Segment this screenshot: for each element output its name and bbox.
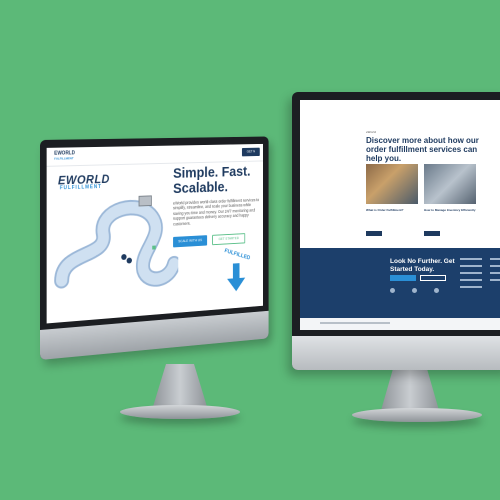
right-monitor-base bbox=[352, 408, 482, 422]
footer-primary-button[interactable] bbox=[390, 275, 416, 281]
fulfilled-label: FULFILLED bbox=[223, 248, 251, 262]
scale-with-us-button[interactable]: SCALE WITH US bbox=[173, 235, 208, 248]
footer-link[interactable] bbox=[460, 265, 482, 267]
scene: EWORLD FULFILLMENT GET A QUOTE EWORLD FU… bbox=[0, 0, 500, 500]
card-caption[interactable]: How to Manage Inventory Efficiently bbox=[424, 208, 476, 212]
footer-link[interactable] bbox=[490, 272, 500, 274]
left-nav-logo[interactable]: EWORLD FULFILLMENT bbox=[54, 150, 75, 161]
right-monitor: eWorld Discover more about how our order… bbox=[292, 92, 500, 432]
left-monitor-base bbox=[120, 405, 240, 419]
hero-headline: Simple. Fast. Scalable. bbox=[173, 163, 251, 197]
footer-link[interactable] bbox=[460, 258, 482, 260]
section-headline: Discover more about how our order fulfil… bbox=[366, 136, 479, 163]
footer-link[interactable] bbox=[490, 258, 500, 260]
footer-title: Look No Further. Get Started Today. bbox=[390, 258, 455, 273]
section-kicker: eWorld bbox=[366, 130, 377, 134]
footer-link[interactable] bbox=[460, 272, 482, 274]
right-monitor-chin bbox=[292, 336, 500, 370]
footer-link[interactable] bbox=[460, 286, 482, 288]
left-nav-quote-button[interactable]: GET A QUOTE bbox=[241, 147, 260, 162]
road-illustration bbox=[52, 187, 178, 301]
footer-link[interactable] bbox=[460, 279, 482, 281]
right-screen: eWorld Discover more about how our order… bbox=[300, 100, 500, 330]
left-monitor-stand bbox=[152, 364, 208, 410]
footer-secondary-button[interactable] bbox=[420, 275, 446, 281]
right-monitor-frame: eWorld Discover more about how our order… bbox=[292, 92, 500, 370]
footer-links bbox=[460, 258, 482, 288]
inventory-photo[interactable] bbox=[424, 164, 476, 204]
footer-cta-band: Look No Further. Get Started Today. bbox=[300, 248, 500, 318]
social-icon[interactable] bbox=[434, 288, 439, 293]
left-nav-logo-sub: FULFILLMENT bbox=[54, 156, 74, 161]
left-monitor: EWORLD FULFILLMENT GET A QUOTE EWORLD FU… bbox=[40, 136, 310, 419]
footer-link[interactable] bbox=[490, 279, 500, 281]
left-monitor-frame: EWORLD FULFILLMENT GET A QUOTE EWORLD FU… bbox=[40, 136, 269, 360]
read-more-button[interactable] bbox=[366, 231, 382, 236]
read-more-button[interactable] bbox=[424, 231, 440, 236]
footer-links bbox=[490, 258, 500, 281]
get-started-button[interactable]: GET STARTED bbox=[212, 233, 246, 246]
social-icon[interactable] bbox=[390, 288, 395, 293]
hero-body: eWorld provides world-class order fulfil… bbox=[173, 197, 260, 227]
footer-link[interactable] bbox=[490, 265, 500, 267]
copyright-text bbox=[320, 322, 390, 324]
card-caption[interactable]: What is Order Fulfillment? bbox=[366, 208, 404, 212]
down-arrow-icon bbox=[227, 262, 246, 292]
warehouse-photo[interactable] bbox=[366, 164, 418, 204]
left-screen: EWORLD FULFILLMENT GET A QUOTE EWORLD FU… bbox=[46, 143, 263, 324]
social-icon[interactable] bbox=[412, 288, 417, 293]
footer-bottom-bar bbox=[300, 318, 500, 330]
